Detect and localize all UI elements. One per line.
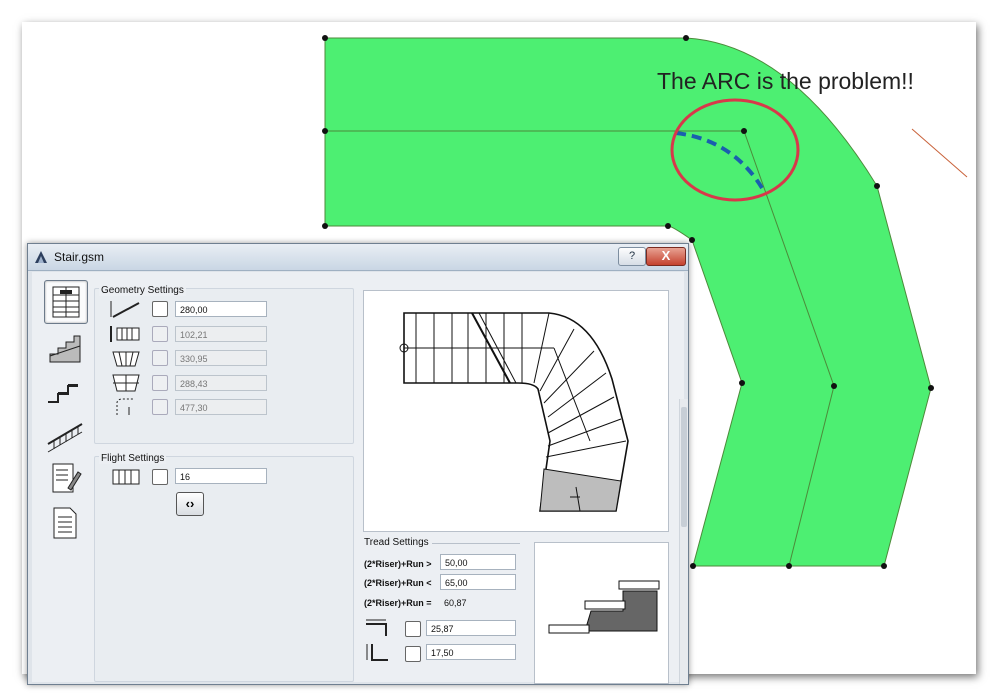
- scrollbar-thumb[interactable]: [681, 407, 687, 527]
- sidebar-item-treads[interactable]: [44, 370, 86, 412]
- lock-toggle-icon[interactable]: [152, 326, 168, 342]
- sidebar-item-edit[interactable]: [44, 458, 86, 500]
- railing-icon: [47, 423, 83, 453]
- node-point: [881, 563, 887, 569]
- winder-width-icon: [112, 351, 140, 367]
- stair-plan-preview-drawing: [399, 312, 629, 512]
- geometry-settings-group: Geometry Settings 280,00 102,21 330,95 2…: [94, 285, 354, 444]
- rule-min-field[interactable]: 50,00: [440, 554, 516, 570]
- lock-toggle-icon[interactable]: [152, 469, 168, 485]
- riser-count-field[interactable]: 16: [175, 468, 267, 484]
- tread-depth-field[interactable]: 25,87: [426, 620, 516, 636]
- flight-nav-button[interactable]: ‹›: [176, 492, 204, 516]
- sidebar-item-railing[interactable]: [44, 414, 86, 456]
- geometry-field-5[interactable]: 477,30: [175, 399, 267, 415]
- help-button[interactable]: ?: [618, 247, 646, 266]
- tread-settings-title: Tread Settings: [364, 537, 429, 548]
- tread-section-drawing: [548, 580, 660, 634]
- tread-title-rule: [432, 543, 520, 544]
- node-point: [322, 128, 328, 134]
- node-point: [874, 183, 880, 189]
- stair-plan-icon: [52, 286, 80, 318]
- node-point: [322, 223, 328, 229]
- node-point: [831, 383, 837, 389]
- walkline-length-icon: [116, 398, 133, 415]
- node-point: [741, 128, 747, 134]
- riser-height-field[interactable]: 17,50: [426, 644, 516, 660]
- lock-toggle-icon[interactable]: [405, 621, 421, 637]
- flight-settings-title: Flight Settings: [99, 453, 167, 464]
- rule-max-label: (2*Riser)+Run <: [364, 578, 432, 588]
- node-point: [689, 237, 695, 243]
- stray-line: [911, 128, 968, 178]
- geometry-field-1[interactable]: 280,00: [175, 301, 267, 317]
- geometry-field-2[interactable]: 102,21: [175, 326, 267, 342]
- stair-section-icon: [49, 335, 81, 363]
- lock-toggle-icon[interactable]: [152, 350, 168, 366]
- edit-list-icon: [52, 463, 82, 493]
- rule-min-label: (2*Riser)+Run >: [364, 559, 432, 569]
- sidebar-item-structure[interactable]: [44, 326, 86, 368]
- node-point: [739, 380, 745, 386]
- lock-toggle-icon[interactable]: [152, 301, 168, 317]
- riser-height-icon: [366, 644, 388, 661]
- geometry-settings-title: Geometry Settings: [99, 285, 186, 296]
- node-point: [322, 35, 328, 41]
- geometry-field-4[interactable]: 288,43: [175, 375, 267, 391]
- stair-width-icon: [110, 326, 140, 342]
- close-button[interactable]: X: [646, 247, 686, 266]
- node-point: [665, 223, 671, 229]
- lock-toggle-icon[interactable]: [152, 375, 168, 391]
- flight-settings-group: Flight Settings 16 ‹›: [94, 453, 354, 682]
- archicad-logo-icon: [35, 251, 47, 263]
- lock-toggle-icon[interactable]: [152, 399, 168, 415]
- node-point: [683, 35, 689, 41]
- rule-result-label: (2*Riser)+Run =: [364, 598, 432, 608]
- slope-length-icon: [110, 301, 140, 318]
- riser-count-icon: [112, 469, 140, 485]
- tread-icon: [48, 384, 78, 403]
- sidebar-item-geometry[interactable]: [44, 280, 88, 324]
- document-icon: [53, 507, 77, 539]
- screenshot-stage: The ARC is the problem!! Stair.gsm ? X G…: [0, 0, 999, 697]
- annotation-text: The ARC is the problem!!: [657, 68, 914, 94]
- lock-toggle-icon[interactable]: [405, 646, 421, 662]
- stair-dialog-window: Stair.gsm ? X Geometry Settings 280,00 1…: [27, 243, 689, 685]
- node-point: [786, 563, 792, 569]
- settings-sidebar: [38, 276, 92, 676]
- node-point: [690, 563, 696, 569]
- tread-section-preview: [534, 542, 669, 684]
- dialog-title: Stair.gsm: [54, 250, 105, 264]
- rule-result-value: 60,87: [444, 598, 467, 608]
- sidebar-item-document[interactable]: [44, 502, 86, 544]
- tread-depth-icon: [366, 619, 387, 636]
- geometry-field-3[interactable]: 330,95: [175, 350, 267, 366]
- rule-max-field[interactable]: 65,00: [440, 574, 516, 590]
- dialog-client: Geometry Settings 280,00 102,21 330,95 2…: [32, 272, 684, 684]
- dialog-titlebar[interactable]: Stair.gsm ? X: [28, 244, 688, 271]
- winder-depth-icon: [112, 374, 140, 392]
- stair-plan-preview: [363, 290, 669, 532]
- dialog-scrollbar[interactable]: [679, 399, 688, 684]
- node-point: [928, 385, 934, 391]
